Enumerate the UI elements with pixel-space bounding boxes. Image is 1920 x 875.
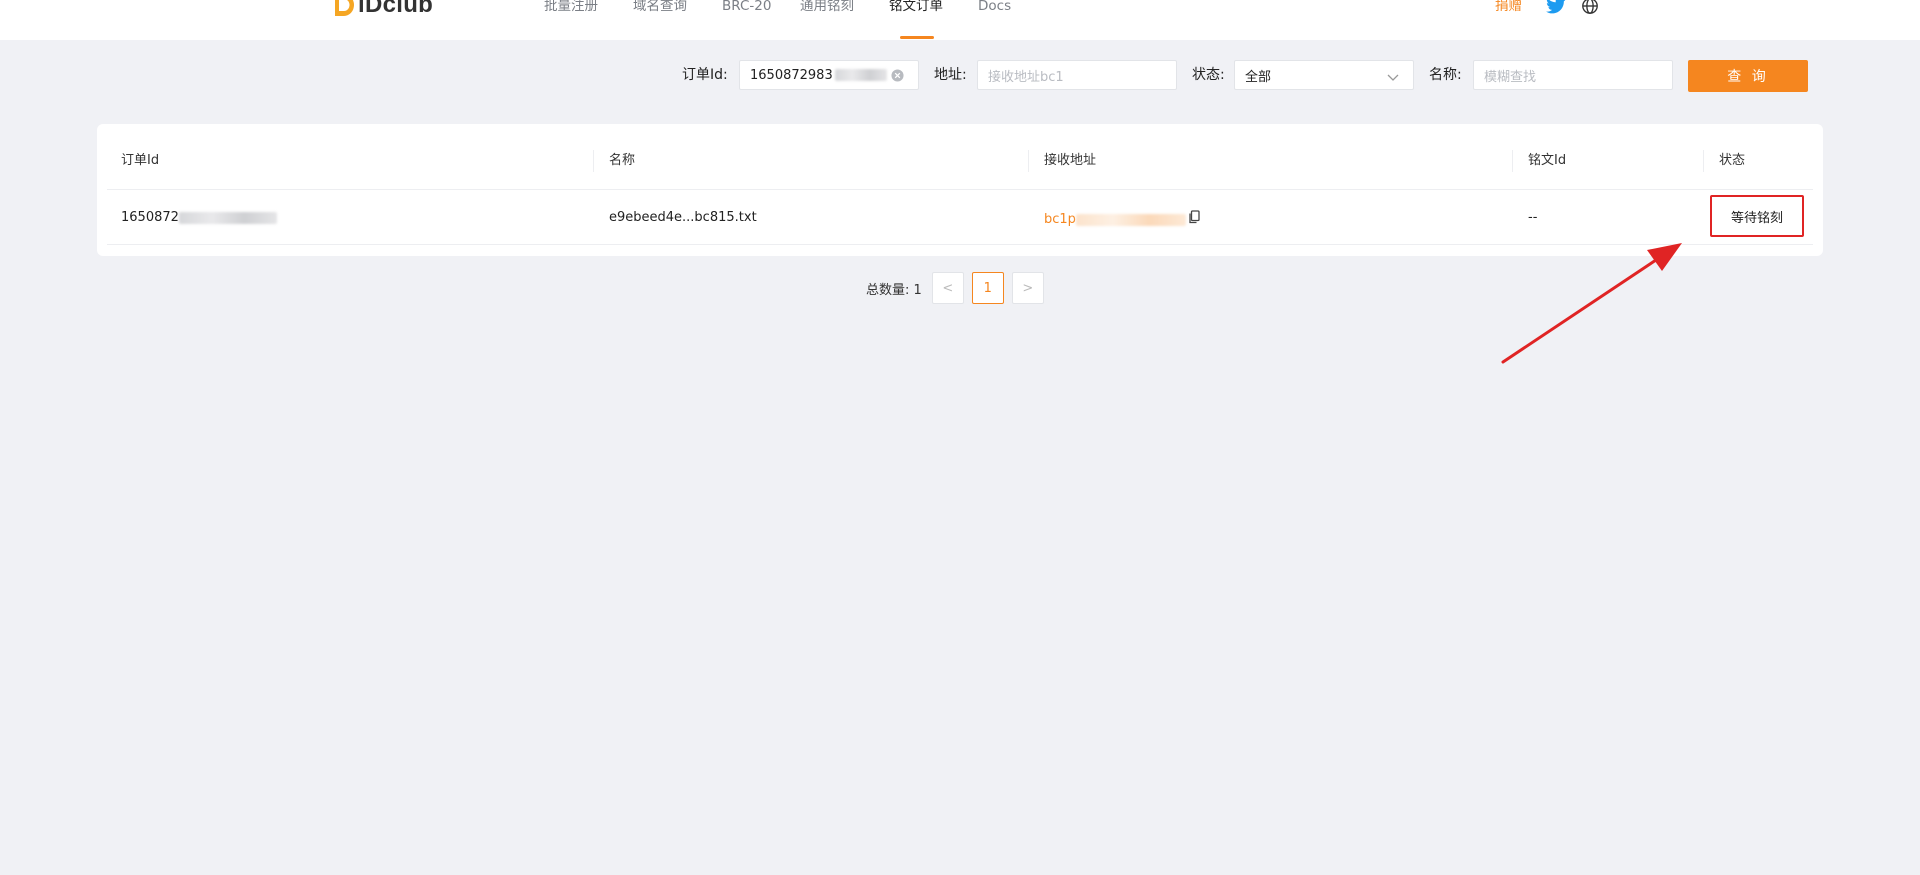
nav-item-batch-register[interactable]: 批量注册 [544,0,598,14]
cell-address[interactable]: bc1p [1044,210,1200,229]
address-placeholder: 接收地址bc1 [988,69,1064,85]
clear-icon[interactable] [891,69,904,86]
cell-order-id: 1650872 [121,210,277,226]
order-id-text: 1650872 [121,210,179,225]
total-count: 总数量: 1 [866,282,922,298]
copy-icon[interactable] [1188,210,1200,229]
query-button[interactable]: 查 询 [1688,60,1808,92]
nav-item-docs[interactable]: Docs [978,0,1011,14]
status-select[interactable]: 全部 [1234,60,1414,90]
status-badge: 等待铭刻 [1710,195,1804,237]
globe-icon[interactable] [1581,0,1599,19]
name-input[interactable]: 模糊查找 [1473,60,1673,90]
nav-item-domain-search[interactable]: 域名查询 [633,0,687,14]
redacted-digits [834,69,887,81]
status-select-value: 全部 [1245,69,1272,85]
redacted-digits [178,212,277,224]
column-header-address: 接收地址 [1044,153,1097,168]
twitter-icon[interactable] [1545,0,1567,19]
table-header: 订单Id 名称 接收地址 铭文Id 状态 [107,124,1813,190]
column-header-name: 名称 [609,153,636,168]
column-header-order-id: 订单Id [121,153,160,168]
nav-item-inscription-orders[interactable]: 铭文订单 [889,0,943,14]
cell-inscription-id: -- [1528,210,1538,225]
table-row[interactable]: 1650872 e9ebeed4e...bc815.txt bc1p -- 等待… [107,190,1813,245]
column-divider [1703,150,1704,172]
orders-table-card: 订单Id 名称 接收地址 铭文Id 状态 1650872 e9ebeed4e..… [97,124,1823,256]
pagination: 总数量: 1 < 1 > [866,272,1052,304]
redacted-address [1075,213,1186,226]
name-placeholder: 模糊查找 [1484,69,1537,85]
next-page-button[interactable]: > [1011,272,1044,304]
nav-item-brc20[interactable]: BRC-20 [722,0,771,14]
column-header-inscription-id: 铭文Id [1528,153,1567,168]
logo-mark-icon [333,0,355,18]
logo-text: iDclub [358,0,434,18]
name-label: 名称: [1429,67,1462,83]
filter-bar: 订单Id: 1650872983 地址: 接收地址bc1 状态: 全部 名称: … [0,58,1920,92]
top-navigation-bar: iDclub 批量注册 域名查询 BRC-20 通用铭刻 铭文订单 Docs 捐… [0,0,1920,40]
status-label: 状态: [1192,67,1225,83]
cell-name: e9ebeed4e...bc815.txt [609,210,757,225]
active-tab-indicator [900,36,934,39]
address-text: bc1p [1044,211,1076,227]
column-header-status: 状态 [1719,153,1746,168]
address-label: 地址: [934,67,967,83]
page-button-1[interactable]: 1 [971,272,1004,304]
order-id-input[interactable]: 1650872983 [739,60,919,90]
order-id-value: 1650872983 [750,67,833,83]
donate-link[interactable]: 捐赠 [1495,0,1522,14]
prev-page-button[interactable]: < [931,272,964,304]
order-id-label: 订单Id: [682,67,728,83]
column-divider [1512,150,1513,172]
nav-item-general-inscribe[interactable]: 通用铭刻 [800,0,854,14]
column-divider [593,150,594,172]
address-input[interactable]: 接收地址bc1 [977,60,1177,90]
column-divider [1028,150,1029,172]
chevron-down-icon [1387,71,1399,86]
logo[interactable]: iDclub [333,0,433,18]
